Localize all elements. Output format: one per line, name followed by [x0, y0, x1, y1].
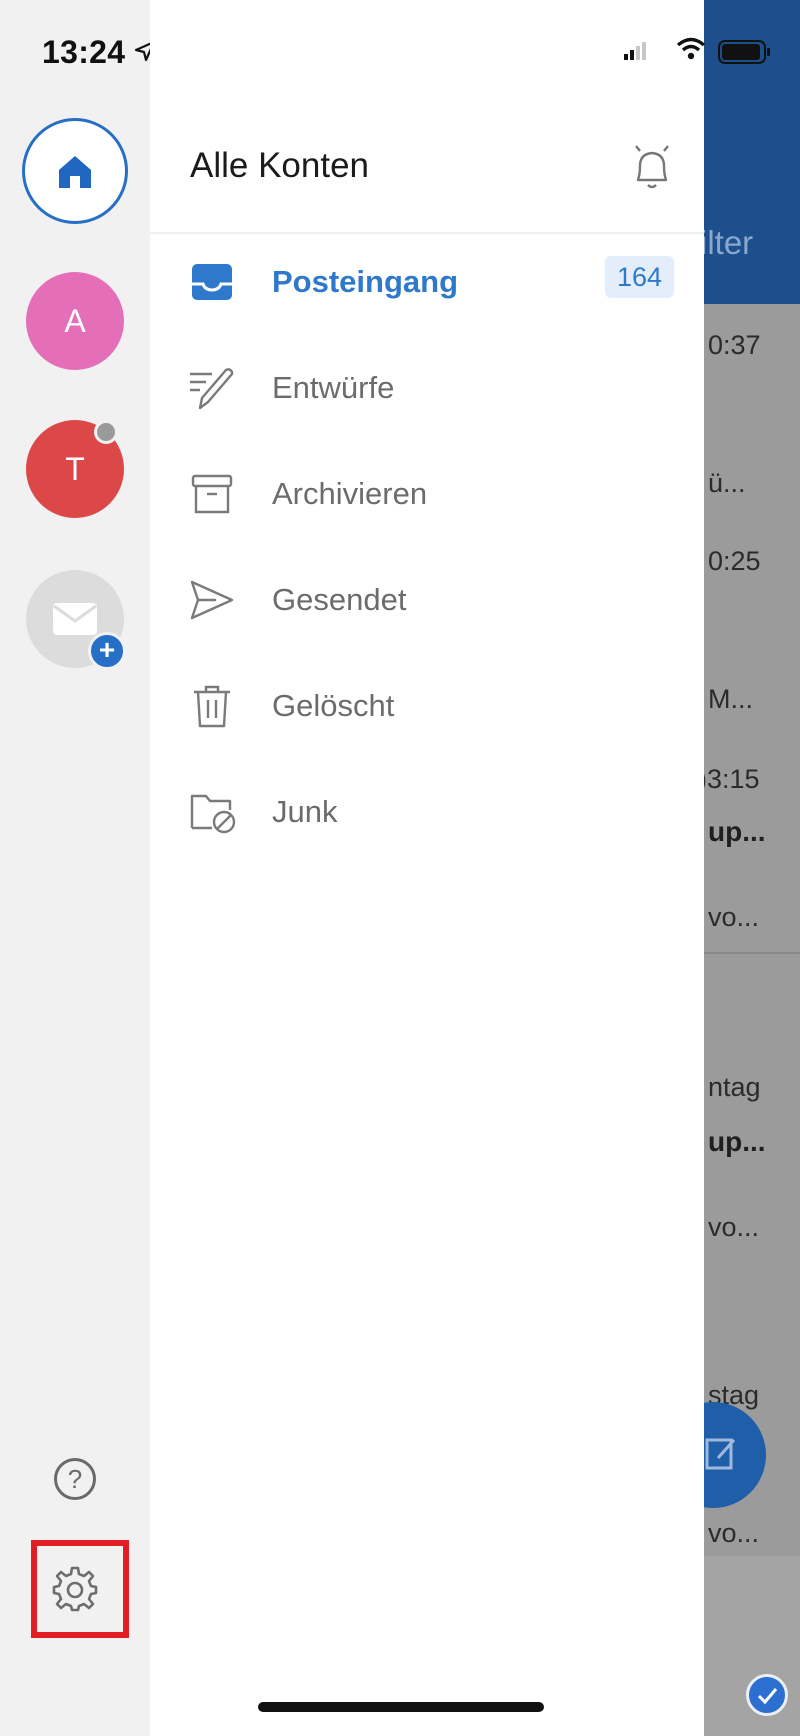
mail-divider: [704, 952, 800, 954]
wifi-icon: [676, 37, 706, 60]
mail-time: 0:25: [708, 546, 761, 576]
mail-time: )3:15: [704, 764, 760, 794]
mail-preview: vo...: [708, 1518, 760, 1548]
junk-folder-icon: [190, 794, 236, 834]
folder-sent[interactable]: Gesendet: [150, 552, 704, 658]
filter-button[interactable]: ilter: [704, 224, 753, 262]
battery-icon: [718, 40, 770, 64]
status-dot: [94, 420, 118, 444]
signal-icon: [624, 42, 646, 60]
unread-count-badge: 164: [605, 256, 675, 298]
plus-icon: +: [88, 632, 126, 670]
folder-label: Posteingang: [272, 264, 459, 299]
mail-time: 0:37: [708, 330, 761, 360]
sent-icon: [190, 580, 234, 620]
settings-highlight-box: [31, 1540, 129, 1638]
avatar-initial: T: [65, 450, 85, 487]
account-avatar-a[interactable]: A: [26, 272, 124, 370]
home-indicator: [258, 1702, 544, 1712]
mail-time: ntag: [708, 1072, 761, 1102]
mail-preview: vo...: [708, 1212, 760, 1242]
folder-drafts[interactable]: Entwürfe: [150, 340, 704, 446]
mail-preview: M...: [708, 684, 753, 714]
page-title: Alle Konten: [190, 146, 370, 185]
folder-label: Entwürfe: [272, 370, 395, 405]
folder-archive[interactable]: Archivieren: [150, 446, 704, 552]
checkmark-icon[interactable]: [746, 1674, 788, 1716]
mail-icon: [53, 603, 97, 635]
folder-inbox[interactable]: Posteingang 164: [150, 234, 704, 340]
archive-icon: [191, 474, 233, 514]
account-home-button[interactable]: [22, 118, 128, 224]
help-button[interactable]: ?: [54, 1458, 96, 1500]
folder-label: Archivieren: [272, 476, 428, 511]
trash-icon: [194, 685, 230, 728]
folder-label: Gelöscht: [272, 688, 395, 723]
mail-preview: vo...: [708, 902, 760, 932]
status-time: 13:24: [42, 34, 126, 70]
folder-junk[interactable]: Junk: [150, 764, 704, 870]
bell-icon[interactable]: [630, 142, 674, 196]
folder-drawer: Alle Konten Posteingang 164 Entwürfe Arc…: [150, 0, 706, 1736]
folder-label: Junk: [272, 794, 338, 829]
inbox-icon: [192, 264, 232, 300]
mail-subject: up...: [708, 816, 766, 847]
mail-preview: ü...: [708, 468, 746, 498]
folder-deleted[interactable]: Gelöscht: [150, 658, 704, 764]
compose-icon: [705, 1438, 736, 1470]
folder-label: Gesendet: [272, 582, 407, 617]
mail-subject: up...: [708, 1126, 766, 1157]
drafts-icon: [190, 368, 234, 410]
home-icon: [59, 156, 91, 188]
avatar-initial: A: [64, 302, 86, 339]
